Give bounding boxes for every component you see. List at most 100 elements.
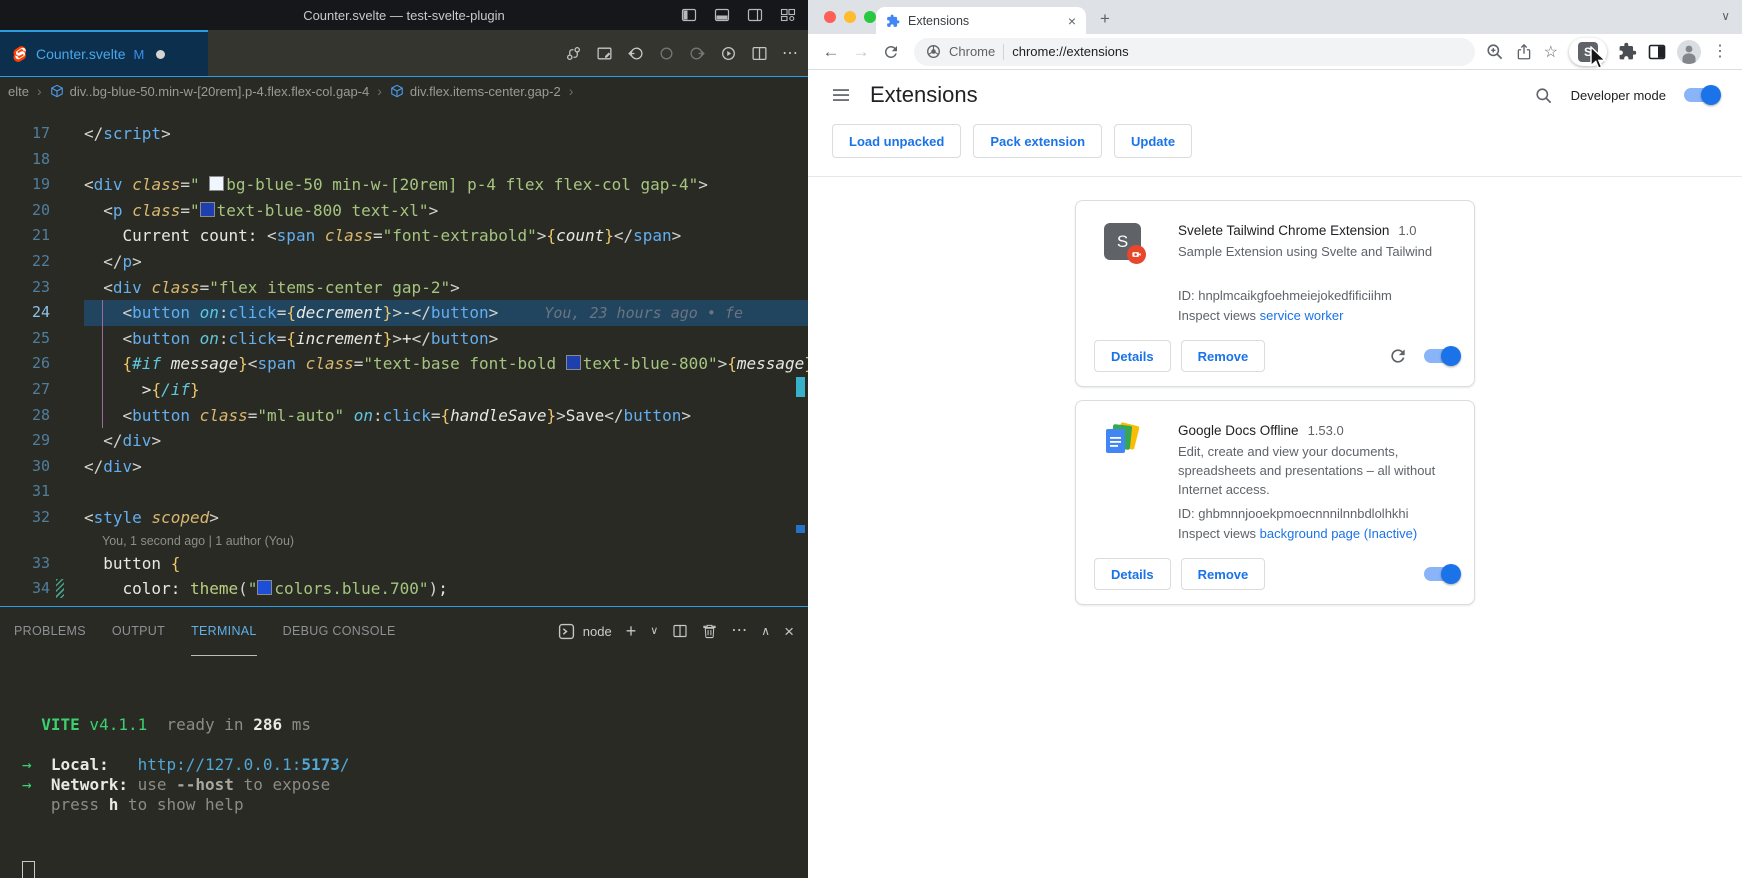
breadcrumb-item[interactable]: div.flex.items-center.gap-2: [410, 84, 561, 99]
code-line[interactable]: 29 </div>: [0, 428, 808, 454]
reload-extension-icon[interactable]: [1388, 346, 1408, 366]
unsaved-dot-icon[interactable]: [156, 50, 165, 59]
load-unpacked-button[interactable]: Load unpacked: [832, 124, 961, 158]
open-preview-icon[interactable]: [596, 45, 613, 62]
breadcrumb-file[interactable]: elte: [8, 84, 29, 99]
code-editor[interactable]: 17</script>1819<div class=" bg-blue-50 m…: [0, 105, 808, 606]
close-tab-icon[interactable]: ×: [1068, 14, 1076, 28]
code-line[interactable]: 24 <button on:click={decrement}>-</butto…: [0, 300, 808, 326]
code-line[interactable]: 22 </p>: [0, 249, 808, 275]
code-line[interactable]: 19<div class=" bg-blue-50 min-w-[20rem] …: [0, 172, 808, 198]
extensions-list: SSvelete Tailwind Chrome Extension1.0Sam…: [808, 177, 1742, 605]
editor-tab-counter-svelte[interactable]: Counter.svelte M: [0, 30, 208, 76]
code-line[interactable]: 30</div>: [0, 454, 808, 480]
update-button[interactable]: Update: [1114, 124, 1192, 158]
code-line[interactable]: 33 button {: [0, 551, 808, 577]
developer-mode-toggle[interactable]: [1684, 88, 1718, 102]
terminal-line: → Network: use --host to expose: [22, 775, 808, 795]
vscode-titlebar: Counter.svelte — test-svelte-plugin: [0, 0, 808, 30]
symbol-element-icon: [50, 84, 64, 98]
code-line[interactable]: 31: [0, 479, 808, 505]
terminal-dropdown-icon[interactable]: ∨: [650, 626, 658, 637]
code-line[interactable]: 21 Current count: <span class="font-extr…: [0, 223, 808, 249]
split-editor-icon[interactable]: [751, 45, 768, 62]
code-line[interactable]: 23 <div class="flex items-center gap-2">: [0, 275, 808, 301]
minimize-window-button[interactable]: [844, 11, 856, 23]
side-panel-icon[interactable]: [1648, 43, 1666, 61]
remove-button[interactable]: Remove: [1181, 340, 1266, 372]
extensions-menu-icon[interactable]: [1618, 42, 1637, 61]
pack-extension-button[interactable]: Pack extension: [973, 124, 1102, 158]
inspect-view-link[interactable]: service worker: [1260, 308, 1344, 323]
share-icon[interactable]: [1515, 43, 1533, 61]
forward-button[interactable]: →: [848, 42, 874, 62]
breadcrumb-item[interactable]: div..bg-blue-50.min-w-[20rem].p-4.flex.f…: [70, 84, 370, 99]
run-icon[interactable]: [720, 45, 737, 62]
terminal-output[interactable]: VITE v4.1.1 ready in 286 ms → Local: htt…: [0, 655, 808, 878]
new-tab-button[interactable]: +: [1100, 9, 1110, 29]
details-button[interactable]: Details: [1094, 340, 1171, 372]
gutter-modified-mark: [56, 579, 64, 598]
code-line[interactable]: 28 <button class="ml-auto" on:click={han…: [0, 403, 808, 429]
bookmark-icon[interactable]: ☆: [1544, 42, 1558, 62]
close-panel-icon[interactable]: ×: [784, 623, 794, 640]
git-modified-badge: M: [134, 47, 145, 62]
browser-tab-extensions[interactable]: Extensions ×: [876, 7, 1086, 34]
code-line[interactable]: 34 color: theme("colors.blue.700");: [0, 576, 808, 602]
terminal-line: VITE v4.1.1 ready in 286 ms: [22, 715, 808, 735]
continue-icon[interactable]: [658, 45, 675, 62]
code-line[interactable]: 25 <button on:click={increment}>+</butto…: [0, 326, 808, 352]
inspect-view-link[interactable]: background page (Inactive): [1260, 526, 1418, 541]
extension-version: 1.53.0: [1308, 423, 1344, 438]
panel-tab-output[interactable]: OUTPUT: [112, 607, 165, 655]
toggle-panel-icon[interactable]: [714, 7, 730, 23]
breadcrumb[interactable]: elte ›div..bg-blue-50.min-w-[20rem].p-4.…: [0, 77, 808, 105]
url-text[interactable]: chrome://extensions: [1012, 44, 1128, 59]
extension-id: ID: ghbmnnjooekpmoecnnnilnnbdlolhkhi: [1178, 504, 1454, 524]
step-back-icon[interactable]: [627, 45, 644, 62]
close-window-button[interactable]: [824, 11, 836, 23]
code-line[interactable]: 26 {#if message}<span class="text-base f…: [0, 351, 808, 377]
extension-enabled-toggle[interactable]: [1424, 567, 1458, 581]
back-button[interactable]: ←: [818, 42, 844, 62]
remove-button[interactable]: Remove: [1181, 558, 1266, 590]
panel-tab-problems[interactable]: PROBLEMS: [14, 607, 86, 655]
chrome-menu-icon[interactable]: ⋮: [1712, 44, 1728, 60]
customize-layout-icon[interactable]: [780, 7, 796, 23]
new-terminal-icon[interactable]: +: [626, 622, 637, 640]
code-line[interactable]: 32<style scoped>: [0, 505, 808, 531]
zoom-icon[interactable]: [1485, 42, 1504, 61]
details-button[interactable]: Details: [1094, 558, 1171, 590]
hamburger-menu-icon[interactable]: [832, 86, 850, 104]
reload-button[interactable]: [882, 43, 900, 61]
code-line[interactable]: 18: [0, 147, 808, 173]
toggle-secondary-sidebar-icon[interactable]: [747, 7, 763, 23]
extension-description: Edit, create and view your documents, sp…: [1178, 442, 1454, 499]
address-bar[interactable]: Chrome chrome://extensions: [914, 38, 1475, 66]
profile-avatar[interactable]: [1677, 40, 1701, 64]
split-terminal-icon[interactable]: [672, 623, 688, 639]
tab-search-icon[interactable]: ∨: [1721, 9, 1730, 23]
codelens-annotation[interactable]: You, 1 second ago | 1 author (You): [0, 531, 808, 551]
panel-tab-debug-console[interactable]: DEBUG CONSOLE: [283, 607, 396, 655]
site-info-icon[interactable]: [926, 44, 941, 59]
panel-tab-terminal[interactable]: TERMINAL: [191, 607, 257, 656]
code-line[interactable]: 20 <p class="text-blue-800 text-xl">: [0, 198, 808, 224]
code-line[interactable]: 17</script>: [0, 121, 808, 147]
color-swatch: [209, 176, 224, 191]
maximize-panel-icon[interactable]: ∧: [761, 625, 770, 637]
extension-card: Google Docs Offline1.53.0Edit, create an…: [1075, 400, 1475, 605]
kill-terminal-icon[interactable]: [702, 623, 717, 639]
more-actions-icon[interactable]: ⋯: [782, 43, 798, 63]
panel-more-icon[interactable]: ⋯: [731, 623, 747, 639]
tab-filename: Counter.svelte: [36, 46, 126, 62]
extensions-toolbar: Load unpacked Pack extension Update: [808, 120, 1742, 176]
shell-name[interactable]: node: [583, 624, 612, 639]
open-changes-icon[interactable]: [565, 45, 582, 62]
step-forward-icon[interactable]: [689, 45, 706, 62]
toggle-sidebar-icon[interactable]: [681, 7, 697, 23]
search-icon[interactable]: [1534, 86, 1553, 105]
zoom-window-button[interactable]: [864, 11, 876, 23]
extension-enabled-toggle[interactable]: [1424, 349, 1458, 363]
code-line[interactable]: 27 >{/if}: [0, 377, 808, 403]
